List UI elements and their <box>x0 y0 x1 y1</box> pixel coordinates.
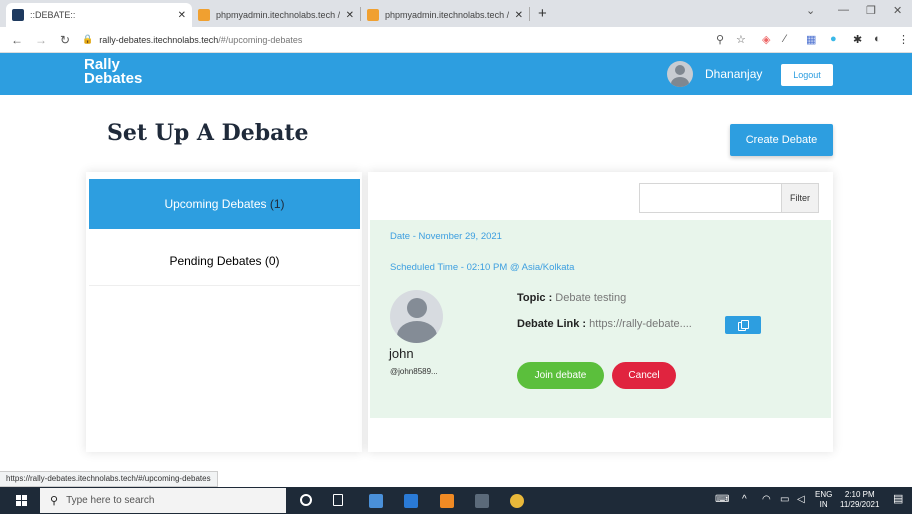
host-avatar <box>390 290 443 343</box>
extensions-puzzle-icon[interactable]: ✱ <box>853 33 862 46</box>
join-debate-button[interactable]: Join debate <box>517 362 604 389</box>
close-window-icon[interactable]: ✕ <box>893 4 902 17</box>
phpmyadmin-favicon-icon <box>367 9 379 21</box>
task-view-icon[interactable] <box>333 494 343 506</box>
debate-card: Date - November 29, 2021 Scheduled Time … <box>370 220 831 418</box>
extension-icon[interactable]: ▦ <box>806 33 816 46</box>
debate-link: Debate Link : https://rally-debate.... <box>517 318 692 330</box>
search-icon: ⚲ <box>50 495 59 507</box>
back-icon[interactable]: ← <box>10 33 24 47</box>
notification-icon[interactable]: ▤ <box>893 494 903 505</box>
system-clock[interactable]: 2:10 PM 11/29/2021 <box>840 490 879 510</box>
filter-button[interactable]: Filter <box>781 183 819 213</box>
browser-menu-icon[interactable]: ⋮ <box>898 33 909 46</box>
maximize-icon[interactable]: ❐ <box>866 4 876 17</box>
battery-icon[interactable]: ▭ <box>780 495 789 505</box>
browser-tab-phpmyadmin-2[interactable]: phpmyadmin.itechnolabs.tech / ... ✕ <box>361 3 529 27</box>
debate-list-panel: Filter Date - November 29, 2021 Schedule… <box>368 172 833 452</box>
debate-scheduled-time: Scheduled Time - 02:10 PM @ Asia/Kolkata <box>390 262 575 273</box>
store-icon[interactable] <box>404 494 418 508</box>
debate-date: Date - November 29, 2021 <box>390 231 502 242</box>
new-tab-icon[interactable]: + <box>538 5 547 22</box>
extension-icon[interactable]: ◈ <box>762 33 770 46</box>
topic-label: Topic : <box>517 292 553 304</box>
username[interactable]: Dhananjay <box>705 67 762 81</box>
sublime-text-icon[interactable] <box>440 494 454 508</box>
host-name: john <box>389 346 414 361</box>
file-explorer-icon[interactable] <box>369 494 383 508</box>
filter-input[interactable] <box>639 183 781 213</box>
user-avatar[interactable] <box>667 61 693 87</box>
profile-icon[interactable]: ◐ <box>874 33 881 45</box>
volume-icon[interactable]: ◁ <box>797 495 805 505</box>
copy-icon <box>738 320 749 331</box>
sidebar-item-count: (0) <box>264 253 280 268</box>
browser-tab-strip: ::DEBATE:: ✕ phpmyadmin.itechnolabs.tech… <box>0 0 912 27</box>
sidebar-item-count: (1) <box>269 197 285 211</box>
reload-icon[interactable]: ↻ <box>58 33 72 47</box>
browser-status-url: https://rally-debates.itechnolabs.tech/#… <box>0 471 218 487</box>
windows-start-icon[interactable] <box>16 495 27 506</box>
rally-debates-logo[interactable]: Rally Debates <box>84 57 142 86</box>
site-favicon-icon <box>12 9 24 21</box>
sidebar-item-upcoming-debates[interactable]: Upcoming Debates (1) <box>89 179 360 229</box>
language-indicator[interactable]: ENG IN <box>815 490 832 510</box>
tab-search-icon[interactable]: ⌄ <box>806 4 815 17</box>
page-title: Set Up A Debate <box>107 120 309 146</box>
keyboard-icon[interactable]: ⌨ <box>715 495 729 505</box>
close-tab-icon[interactable]: ✕ <box>178 10 186 21</box>
sidebar-item-label: Upcoming Debates <box>164 197 267 211</box>
bookmark-star-icon[interactable]: ☆ <box>736 33 746 46</box>
topic-value: Debate testing <box>555 292 627 304</box>
chrome-icon[interactable] <box>510 494 524 508</box>
address-bar[interactable]: 🔒 rally-debates.itechnolabs.tech/#/upcom… <box>82 30 682 50</box>
lock-icon: 🔒 <box>82 34 94 44</box>
link-value: https://rally-debate.... <box>589 318 692 330</box>
host-handle: @john8589... <box>390 367 438 376</box>
sidebar-item-pending-debates[interactable]: Pending Debates (0) <box>89 236 360 286</box>
terminal-icon[interactable] <box>475 494 489 508</box>
close-tab-icon[interactable]: ✕ <box>346 10 354 21</box>
phpmyadmin-favicon-icon <box>198 9 210 21</box>
tab-divider <box>529 6 530 21</box>
browser-tab-phpmyadmin-1[interactable]: phpmyadmin.itechnolabs.tech / ... ✕ <box>192 3 360 27</box>
sidebar-item-label: Pending Debates <box>169 253 262 268</box>
pen-extension-icon[interactable]: ⁄ <box>784 33 786 45</box>
debate-topic: Topic : Debate testing <box>517 292 626 304</box>
network-icon[interactable]: ◠ <box>762 495 771 505</box>
tray-chevron-icon[interactable]: ^ <box>742 495 747 505</box>
taskbar-search-box[interactable]: ⚲ Type here to search <box>40 488 286 513</box>
taskbar-search-placeholder: Type here to search <box>66 495 155 506</box>
close-tab-icon[interactable]: ✕ <box>515 10 523 21</box>
cancel-debate-button[interactable]: Cancel <box>612 362 676 389</box>
logout-button[interactable]: Logout <box>781 64 833 86</box>
windows-taskbar: ⚲ Type here to search ⌨ ^ ◠ ▭ ◁ ENG IN 2… <box>0 487 912 514</box>
debate-category-sidebar: Upcoming Debates (1) Pending Debates (0) <box>86 172 362 452</box>
cortana-icon[interactable] <box>300 494 312 506</box>
forward-icon[interactable]: → <box>34 33 48 47</box>
create-debate-button[interactable]: Create Debate <box>730 124 833 156</box>
browser-tab-debate[interactable]: ::DEBATE:: ✕ <box>6 3 192 27</box>
copy-link-button[interactable] <box>725 316 761 334</box>
link-label: Debate Link : <box>517 318 587 330</box>
url-host: rally-debates.itechnolabs.tech <box>99 34 219 45</box>
url-path: /#/upcoming-debates <box>218 34 303 45</box>
app-header: Rally Debates Dhananjay Logout <box>0 53 912 95</box>
browser-toolbar: ← → ↻ 🔒 rally-debates.itechnolabs.tech/#… <box>0 27 912 53</box>
extension-icon[interactable]: ● <box>830 33 837 45</box>
location-icon[interactable]: ⚲ <box>716 33 724 46</box>
minimize-icon[interactable]: — <box>838 4 849 16</box>
